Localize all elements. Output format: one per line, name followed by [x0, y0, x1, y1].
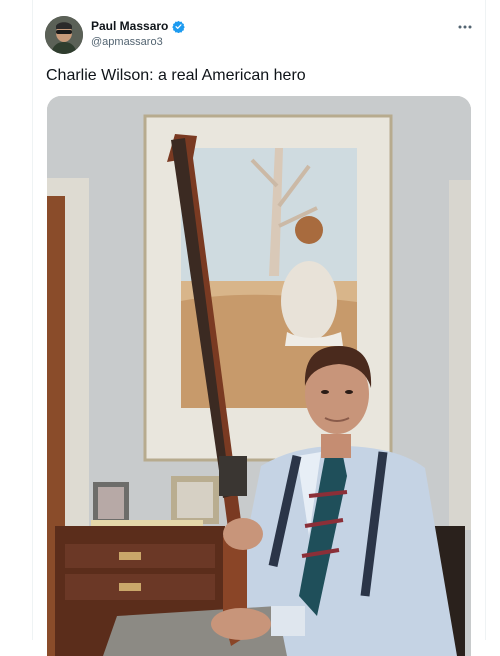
author-name[interactable]: Paul Massaro: [91, 19, 168, 33]
tweet-photo[interactable]: [47, 96, 471, 656]
photo-image: [47, 96, 471, 656]
verified-badge-icon: [172, 20, 186, 33]
author-handle[interactable]: @apmassaro3: [91, 36, 163, 48]
avatar[interactable]: [45, 16, 83, 54]
tweet-text: Charlie Wilson: a real American hero: [46, 67, 306, 84]
more-options-button[interactable]: [453, 18, 477, 36]
more-horizontal-icon: [458, 25, 472, 29]
author-row: Paul Massaro: [91, 19, 186, 33]
tweet-card[interactable]: Paul Massaro @apmassaro3 Charlie Wilson:…: [32, 0, 486, 656]
avatar-image: [45, 16, 83, 54]
